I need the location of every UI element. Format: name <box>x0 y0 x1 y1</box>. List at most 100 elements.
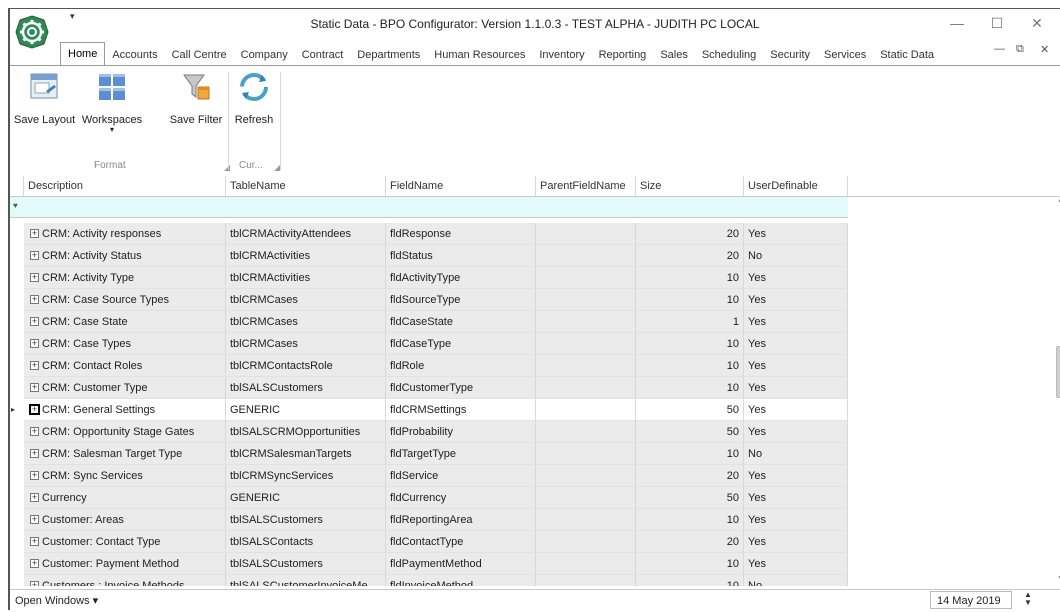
table-row[interactable]: + Customer: Payment Method tblSALSCustomer… <box>10 553 848 575</box>
cell-userdefinable[interactable]: Yes <box>744 487 848 509</box>
cell-fieldname[interactable]: fldReportingArea <box>386 509 536 531</box>
spin-down-icon[interactable]: ▼ <box>1024 599 1032 607</box>
cell-description[interactable]: + Customer: Payment Method <box>24 553 226 575</box>
open-windows-dropdown[interactable]: Open Windows ▾ <box>15 594 98 607</box>
expand-row-icon[interactable]: + <box>30 559 39 568</box>
cell-description[interactable]: + CRM: Activity Type <box>24 267 226 289</box>
cell-fieldname[interactable]: fldInvoiceMethod <box>386 575 536 586</box>
cell-size[interactable]: 20 <box>636 223 744 245</box>
minimize-button[interactable]: — <box>937 11 977 35</box>
cell-fieldname[interactable]: fldCRMSettings <box>386 399 536 421</box>
cell-parentfieldname[interactable] <box>536 465 636 487</box>
cell-parentfieldname[interactable] <box>536 443 636 465</box>
cell-description[interactable]: + CRM: Customer Type <box>24 377 226 399</box>
column-header-tablename[interactable]: TableName <box>226 176 386 196</box>
cell-size[interactable]: 20 <box>636 531 744 553</box>
cell-fieldname[interactable]: fldTargetType <box>386 443 536 465</box>
cell-size[interactable]: 1 <box>636 311 744 333</box>
table-row[interactable]: + CRM: Activity Status tblCRMActivities fld… <box>10 245 848 267</box>
cell-tablename[interactable]: GENERIC <box>226 399 386 421</box>
cell-parentfieldname[interactable] <box>536 289 636 311</box>
cell-tablename[interactable]: tblCRMCases <box>226 333 386 355</box>
cell-userdefinable[interactable]: No <box>744 245 848 267</box>
cell-size[interactable]: 50 <box>636 399 744 421</box>
cell-description[interactable]: + Currency <box>24 487 226 509</box>
cell-description[interactable]: + CRM: Case Source Types <box>24 289 226 311</box>
cell-description[interactable]: + Customer: Areas <box>24 509 226 531</box>
expand-row-icon[interactable]: + <box>30 383 39 392</box>
cell-fieldname[interactable]: fldSourceType <box>386 289 536 311</box>
expand-row-icon[interactable]: + <box>30 251 39 260</box>
cell-parentfieldname[interactable] <box>536 553 636 575</box>
cell-description[interactable]: + CRM: Contact Roles <box>24 355 226 377</box>
cell-parentfieldname[interactable] <box>536 531 636 553</box>
cell-description[interactable]: + CRM: Case Types <box>24 333 226 355</box>
column-header-size[interactable]: Size <box>636 176 744 196</box>
cell-parentfieldname[interactable] <box>536 333 636 355</box>
expand-row-icon[interactable]: + <box>30 317 39 326</box>
tab-inventory[interactable]: Inventory <box>532 45 591 65</box>
cell-fieldname[interactable]: fldStatus <box>386 245 536 267</box>
table-row[interactable]: + CRM: Opportunity Stage Gates tblSALSCRMO… <box>10 421 848 443</box>
cell-fieldname[interactable]: fldResponse <box>386 223 536 245</box>
cell-tablename[interactable]: tblSALSCustomers <box>226 509 386 531</box>
mdi-close-button[interactable]: ✕ <box>1040 43 1049 56</box>
table-row[interactable]: + Customer: Areas tblSALSCustomers fldRepor… <box>10 509 848 531</box>
cell-description[interactable]: + CRM: Salesman Target Type <box>24 443 226 465</box>
cell-userdefinable[interactable]: Yes <box>744 509 848 531</box>
cell-parentfieldname[interactable] <box>536 399 636 421</box>
table-row[interactable]: + Customer: Contact Type tblSALSContacts fl… <box>10 531 848 553</box>
cell-fieldname[interactable]: fldCaseState <box>386 311 536 333</box>
vertical-scroll-thumb[interactable] <box>1056 346 1060 398</box>
expand-row-icon[interactable]: + <box>30 515 39 524</box>
cell-description[interactable]: + CRM: Case State <box>24 311 226 333</box>
date-field[interactable]: 14 May 2019 <box>930 591 1012 609</box>
cell-description[interactable]: + Customer: Contact Type <box>24 531 226 553</box>
table-row[interactable]: + CRM: Contact Roles tblCRMContactsRole fld… <box>10 355 848 377</box>
tab-company[interactable]: Company <box>234 45 295 65</box>
cell-parentfieldname[interactable] <box>536 355 636 377</box>
cell-tablename[interactable]: tblCRMActivities <box>226 245 386 267</box>
refresh-button[interactable]: Refresh <box>230 71 278 126</box>
expand-row-icon[interactable]: + <box>30 229 39 238</box>
column-header-parentfieldname[interactable]: ParentFieldName <box>536 176 636 196</box>
cell-userdefinable[interactable]: Yes <box>744 311 848 333</box>
cell-tablename[interactable]: tblCRMCases <box>226 289 386 311</box>
cell-parentfieldname[interactable] <box>536 311 636 333</box>
tab-services[interactable]: Services <box>817 45 873 65</box>
cell-tablename[interactable]: tblCRMCases <box>226 311 386 333</box>
cell-userdefinable[interactable]: Yes <box>744 333 848 355</box>
cell-fieldname[interactable]: fldRole <box>386 355 536 377</box>
expand-row-icon[interactable]: + <box>30 449 39 458</box>
cell-description[interactable]: + CRM: Sync Services <box>24 465 226 487</box>
cell-parentfieldname[interactable] <box>536 245 636 267</box>
cell-parentfieldname[interactable] <box>536 377 636 399</box>
workspaces-button[interactable]: Workspaces ▾ <box>80 71 144 134</box>
cell-description[interactable]: + CRM: Opportunity Stage Gates <box>24 421 226 443</box>
close-button[interactable]: ✕ <box>1017 11 1057 35</box>
expand-row-icon[interactable]: + <box>30 581 39 586</box>
cell-fieldname[interactable]: fldProbability <box>386 421 536 443</box>
expand-row-icon[interactable]: + <box>30 537 39 546</box>
cell-fieldname[interactable]: fldContactType <box>386 531 536 553</box>
cell-description[interactable]: + CRM: General Settings <box>24 399 226 421</box>
cell-fieldname[interactable]: fldPaymentMethod <box>386 553 536 575</box>
tab-human-resources[interactable]: Human Resources <box>427 45 532 65</box>
cell-parentfieldname[interactable] <box>536 509 636 531</box>
expand-row-icon[interactable]: + <box>30 339 39 348</box>
expand-row-icon[interactable]: + <box>30 295 39 304</box>
cell-tablename[interactable]: tblCRMActivityAttendees <box>226 223 386 245</box>
cell-size[interactable]: 10 <box>636 377 744 399</box>
maximize-button[interactable]: ☐ <box>977 11 1017 35</box>
tab-reporting[interactable]: Reporting <box>592 45 654 65</box>
cell-size[interactable]: 50 <box>636 421 744 443</box>
cell-size[interactable]: 10 <box>636 443 744 465</box>
tab-contract[interactable]: Contract <box>295 45 351 65</box>
expand-row-icon[interactable]: + <box>30 427 39 436</box>
cell-fieldname[interactable]: fldCaseType <box>386 333 536 355</box>
save-layout-button[interactable]: Save Layout <box>14 71 75 126</box>
cell-userdefinable[interactable]: Yes <box>744 531 848 553</box>
column-header-description[interactable]: Description <box>24 176 226 196</box>
tab-call-centre[interactable]: Call Centre <box>165 45 234 65</box>
tab-home[interactable]: Home <box>60 42 106 65</box>
